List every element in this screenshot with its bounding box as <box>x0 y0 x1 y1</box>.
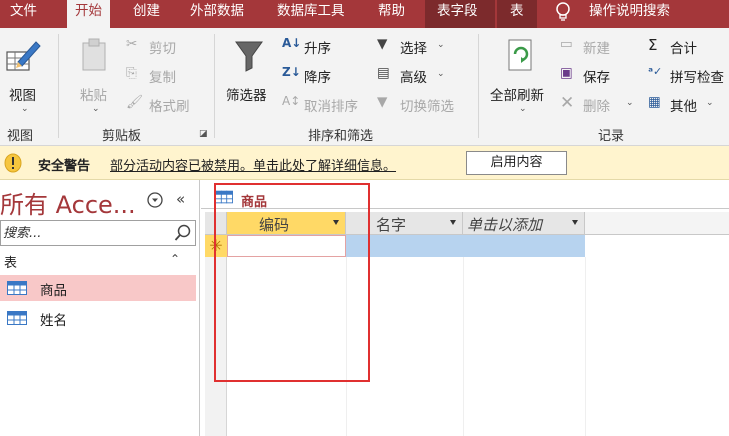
nav-pane-title[interactable]: 所有 Acce... <box>0 185 136 220</box>
collapse-section-icon[interactable]: ⌃ <box>170 252 180 266</box>
ribbon-tab-bar: 文件 开始 创建 外部数据 数据库工具 帮助 表字段 表 操作说明搜索 <box>0 0 729 28</box>
view-icon <box>6 41 41 71</box>
security-warning-link[interactable]: 部分活动内容已被禁用。单击此处了解详细信息。 <box>110 155 396 174</box>
chevron-down-icon: ⌄ <box>437 40 445 50</box>
tab-database-tools[interactable]: 数据库工具 <box>277 0 345 28</box>
table-icon <box>7 281 27 295</box>
chevron-down-icon: ⌄ <box>437 69 445 79</box>
table-icon <box>215 190 233 204</box>
advanced-filter-icon: ▤ <box>377 65 390 81</box>
remove-sort-icon: A↕ <box>282 94 301 108</box>
refresh-all-button[interactable]: 全部刷新 ⌄ <box>488 36 554 116</box>
filter-button[interactable]: 筛选器 <box>224 36 274 116</box>
security-warning-bar: 安全警告 部分活动内容已被禁用。单击此处了解详细信息。 启用内容 <box>0 146 729 180</box>
select-all-corner[interactable] <box>205 212 227 235</box>
brush-icon: 🖌 <box>126 94 144 110</box>
datasheet: 编码 名字 单击以添加 ✳ <box>205 212 729 436</box>
chevron-down-circle-icon[interactable] <box>147 192 163 208</box>
nav-item-table[interactable]: 姓名 <box>0 305 196 331</box>
tab-external-data[interactable]: 外部数据 <box>190 0 244 28</box>
column-header-name[interactable]: 名字 <box>346 212 463 235</box>
clipboard-icon <box>82 38 106 71</box>
copy-icon: ⎘ <box>126 65 137 81</box>
chevron-down-icon: ⌄ <box>626 98 634 108</box>
close-icon: ✕ <box>560 93 575 113</box>
access-window: 文件 开始 创建 外部数据 数据库工具 帮助 表字段 表 操作说明搜索 视图 ⌄… <box>0 0 729 436</box>
group-separator <box>478 34 479 138</box>
refresh-icon <box>508 39 532 71</box>
sort-ascending-icon: A↓ <box>282 36 302 50</box>
enable-content-button[interactable]: 启用内容 <box>466 151 567 175</box>
spellcheck-icon: ᵃ✓ <box>648 65 663 78</box>
nav-item-label: 姓名 <box>40 313 67 329</box>
grid-line <box>585 257 586 436</box>
tab-help[interactable]: 帮助 <box>378 0 405 28</box>
ribbon: 视图 ⌄ 视图 粘贴 ⌄ ✂ 剪切 ⎘ 复制 🖌 格式刷 剪贴板 ◪ 筛选器 A… <box>0 28 729 146</box>
tab-table[interactable]: 表 <box>497 0 537 28</box>
chevron-down-icon: ⌄ <box>706 98 714 108</box>
new-record-icon: ▭ <box>560 36 573 52</box>
save-icon: ▣ <box>560 65 573 81</box>
warning-icon <box>4 153 22 173</box>
table-icon: ▦ <box>648 94 661 110</box>
chevron-down-icon[interactable] <box>450 220 456 225</box>
tell-me-search[interactable]: 操作说明搜索 <box>589 0 670 28</box>
lightbulb-icon <box>556 2 570 21</box>
nav-section-tables[interactable]: 表 <box>4 252 17 271</box>
security-warning-title: 安全警告 <box>38 159 91 174</box>
active-cell[interactable] <box>227 235 346 257</box>
group-label-clipboard: 剪贴板 <box>102 129 142 144</box>
tab-home[interactable]: 开始 <box>67 0 110 28</box>
paste-button[interactable]: 粘贴 ⌄ <box>78 36 118 116</box>
tab-divider <box>201 208 729 209</box>
group-label-view: 视图 <box>7 129 34 144</box>
header-filler <box>585 212 729 235</box>
search-icon[interactable] <box>174 224 192 242</box>
column-header-code[interactable]: 编码 <box>227 212 346 235</box>
chevron-down-icon[interactable] <box>333 220 339 225</box>
group-separator <box>214 34 215 138</box>
document-tab[interactable]: 商品 <box>209 184 279 210</box>
group-label-sort-filter: 排序和筛选 <box>308 129 374 144</box>
nav-item-table[interactable]: 商品 <box>0 275 196 301</box>
tab-file[interactable]: 文件 <box>10 0 37 28</box>
chevron-down-icon[interactable] <box>572 220 578 225</box>
sort-descending-icon: Z↓ <box>282 65 301 79</box>
nav-item-label: 商品 <box>40 283 67 299</box>
grid-line <box>346 257 347 436</box>
grid-line <box>463 257 464 436</box>
table-icon <box>7 311 27 325</box>
search-input[interactable] <box>1 221 169 245</box>
nav-search-box <box>0 220 196 246</box>
group-label-records: 记录 <box>598 129 625 144</box>
funnel-icon <box>235 41 263 72</box>
tab-create[interactable]: 创建 <box>133 0 160 28</box>
clipboard-dialog-launcher[interactable]: ◪ <box>199 129 208 139</box>
scissors-icon: ✂ <box>126 36 138 52</box>
view-button[interactable]: 视图 ⌄ <box>4 36 46 116</box>
group-separator <box>58 34 59 138</box>
document-area: 商品 编码 名字 单击以添加 ✳ <box>201 180 729 436</box>
collapse-pane-icon[interactable]: « <box>176 190 185 208</box>
navigation-pane: 所有 Acce... « 表 ⌃ 商品 <box>0 180 200 436</box>
selection-filter-icon: ▼ <box>377 36 388 52</box>
column-header-add[interactable]: 单击以添加 <box>463 212 585 235</box>
sigma-icon: Σ <box>648 36 658 54</box>
new-record-marker: ✳ <box>205 235 227 257</box>
toggle-filter-icon: ▼ <box>377 94 388 110</box>
tab-table-fields[interactable]: 表字段 <box>425 0 495 28</box>
record-selector-column <box>205 235 227 436</box>
